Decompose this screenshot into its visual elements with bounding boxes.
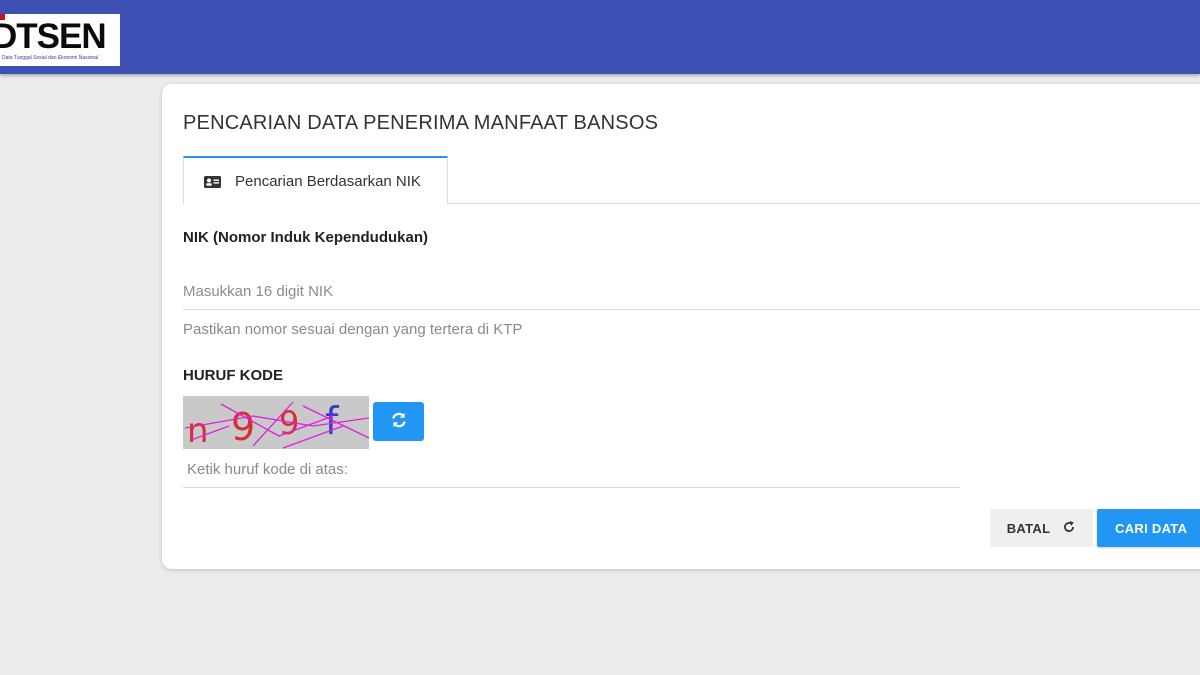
id-card-icon (204, 175, 221, 188)
search-button[interactable]: CARI DATA (1097, 509, 1200, 547)
search-card: PENCARIAN DATA PENERIMA MANFAAT BANSOS P… (162, 84, 1200, 569)
tab-label: Pencarian Berdasarkan NIK (235, 172, 421, 190)
captcha-char: n (187, 411, 209, 449)
refresh-icon (390, 411, 408, 432)
nik-input[interactable] (183, 274, 1200, 310)
page-title: PENCARIAN DATA PENERIMA MANFAAT BANSOS (183, 112, 659, 134)
cancel-button[interactable]: BATAL (990, 509, 1093, 547)
logo-text: DTSEN (0, 17, 107, 56)
captcha-image: n 9 9 f (183, 396, 370, 451)
cancel-button-label: BATAL (1006, 520, 1051, 536)
search-button-label: CARI DATA (1115, 520, 1188, 536)
nik-label: NIK (Nomor Induk Kependudukan) (183, 229, 428, 246)
logo-tagline: Data Tunggal Sosial dan Ekonomi Nasional (2, 55, 99, 61)
reload-icon (1062, 520, 1076, 537)
tab-search-by-nik[interactable]: Pencarian Berdasarkan NIK (183, 156, 448, 204)
captcha-label: HURUF KODE (183, 367, 283, 384)
top-app-bar: DTSEN Data Tunggal Sosial dan Ekonomi Na… (0, 0, 1200, 74)
captcha-refresh-button[interactable] (373, 402, 424, 441)
captcha-input[interactable] (183, 452, 960, 488)
tab-bar: Pencarian Berdasarkan NIK (183, 156, 1200, 204)
nik-hint: Pastikan nomor sesuai dengan yang terter… (183, 321, 523, 338)
dtsen-logo[interactable]: DTSEN Data Tunggal Sosial dan Ekonomi Na… (0, 14, 120, 66)
